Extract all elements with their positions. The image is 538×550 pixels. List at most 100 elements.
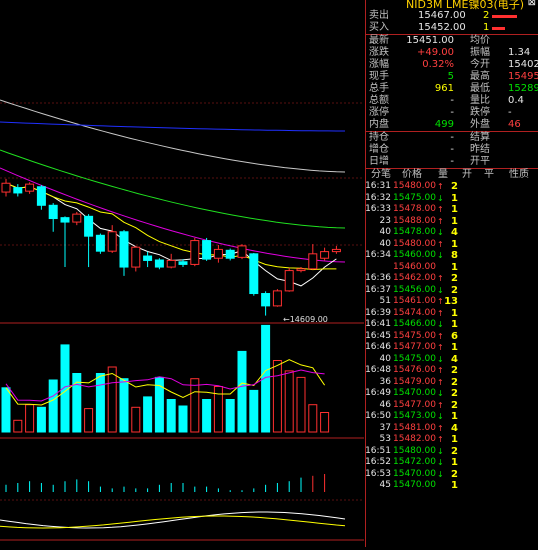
stat-value: - [450,132,454,143]
tick-volume: 1 [451,434,458,445]
stat-label: 振幅 [470,47,490,58]
tick-row[interactable]: 23 15488.00 ↑ 1 [366,216,538,228]
candle-body [202,240,212,260]
volume-bar [178,405,188,433]
candle-body [95,234,105,252]
tick-row[interactable]: 37 15481.00 ↑ 4 [366,423,538,435]
stat-label: 涨跌 [369,47,389,58]
tick-row[interactable]: 16:46 15477.00 ↑ 1 [365,342,538,354]
candle-body [320,251,330,259]
candle-body [13,187,23,194]
tick-price: 15470.00 [393,468,436,479]
tick-row[interactable]: 16:52 15472.00 ↓ 1 [365,457,538,469]
candle-body [213,248,223,259]
tick-price: 15476.00 [393,365,436,375]
stat-label: 跌停 [470,107,490,118]
tick-row[interactable]: 16:49 15470.00 ↓ 2 [365,388,538,400]
tick-table[interactable]: 16:31 15480.00 ↑ 2 16:32 15475.00 ↓ 1 16:33 15478… [365,181,538,492]
tick-volume: 2 [451,399,458,411]
volume-bar [25,404,35,433]
tick-volume: 2 [451,365,458,376]
stat-row: 增仓 - 昨结 [366,144,538,156]
tick-row[interactable]: 51 15461.00 ↑ 13 [366,296,538,308]
tick-time: 16:31 [365,181,391,191]
tick-volume: 4 [451,227,458,238]
kline-chart-panel[interactable]: ←14609.00 [0,0,364,547]
tick-row[interactable]: 46 15477.00 ↑ 2 [366,400,538,412]
tick-row[interactable]: 16:31 15480.00 ↑ 2 [365,181,538,193]
tick-row[interactable]: 16:37 15456.00 ↓ 2 [365,284,538,297]
tick-column-header[interactable]: 分笔 [371,169,391,181]
queue-volume: 1 [483,22,490,33]
tick-row[interactable]: 16:39 15474.00 ↑ 1 [365,308,538,320]
stat-label: 量比 [470,95,490,106]
tick-time: 16:32 [365,192,391,203]
tick-price: 15472.00 [393,457,436,467]
tick-price: 15480.00 [393,445,436,456]
tick-row[interactable]: 16:53 15470.00 ↓ 2 [365,468,538,481]
tick-row[interactable]: 16:33 15478.00 ↑ 1 [365,204,538,216]
stat-label: 昨结 [470,144,490,155]
tick-column-header[interactable]: 平 [484,169,494,181]
tick-row[interactable]: 16:41 15466.00 ↓ 1 [365,319,538,331]
arrow-up-icon: ↑ [437,366,444,375]
arrow-down-icon: ↓ [437,469,444,479]
tick-row[interactable]: 16:36 15462.00 ↑ 2 [365,273,538,285]
tick-volume: 4 [451,353,458,365]
tick-time: 16:52 [365,457,391,467]
tick-row[interactable]: 16:51 15480.00 ↓ 2 [365,445,538,458]
tick-time: 51 [379,296,391,306]
tick-row[interactable]: 40 15475.00 ↓ 4 [366,354,538,366]
tick-price: 15478.00 [393,227,436,237]
close-icon[interactable]: ⊠ [528,0,536,8]
tick-volume: 1 [451,319,458,330]
arrow-up-icon: ↑ [437,343,444,352]
stat-label: 结算 [470,132,490,143]
tick-time: 16:34 [365,250,391,260]
tick-volume: 13 [444,296,458,307]
arrow-down-icon: ↓ [437,320,444,329]
tick-row[interactable]: 16:48 15476.00 ↑ 2 [365,365,538,377]
tick-row[interactable]: 16:34 15460.00 ↓ 8 [365,250,538,262]
tick-row[interactable]: 16:32 15475.00 ↓ 1 [365,192,538,205]
tick-volume: 1 [451,215,458,227]
volume-bar [190,378,200,433]
kline-chart[interactable]: ←14609.00 [0,0,364,547]
quote-stats: 最新 15451.00 均价 涨跌 +49.00 振幅 1.34 涨幅 0.32% 今开 15402… [366,35,538,131]
tick-volume: 2 [451,181,458,192]
tick-column-header[interactable]: 量 [438,169,448,181]
tick-row[interactable]: 15460.00 1 [366,262,538,274]
candle-body [308,253,318,270]
candle-body [166,259,176,268]
tick-column-header[interactable]: 价格 [402,169,422,181]
tick-time: 16:37 [365,284,391,295]
volume-bar [320,412,330,433]
tick-volume: 2 [451,273,458,284]
candle-body [72,213,82,223]
tick-row[interactable]: 40 15480.00 ↑ 1 [366,239,538,251]
tick-time: 16:48 [365,365,391,375]
tick-price: 15460.00 [393,261,436,272]
candle-body [237,245,247,258]
tick-row[interactable]: 53 15482.00 ↑ 1 [366,434,538,446]
queue-volume-bar [492,15,517,18]
tick-time: 40 [379,227,391,237]
quote-header: NID3M LME镍03(电子) ⊠ [366,0,538,11]
stat-value: 15495.0 [508,71,538,82]
tick-column-header[interactable]: 开 [462,169,472,181]
arrow-up-icon: ↑ [437,205,444,214]
tick-time: 45 [379,480,391,490]
tick-price: 15482.00 [393,434,436,444]
stat-row: 涨跌 +49.00 振幅 1.34 [366,47,538,59]
stat-row: 内盘 499 外盘 46 [366,119,538,131]
tick-column-header[interactable]: 性质 [509,169,529,181]
tick-time: 40 [379,238,391,249]
tick-row[interactable]: 16:50 15473.00 ↓ 1 [365,411,538,423]
tick-row[interactable]: 40 15478.00 ↓ 4 [366,227,538,239]
tick-row[interactable]: 16:45 15475.00 ↑ 6 [365,331,538,343]
tick-time: 23 [379,215,391,226]
chart-background [0,0,364,547]
tick-row[interactable]: 36 15479.00 ↑ 2 [366,377,538,389]
arrow-down-icon: ↓ [437,228,444,237]
tick-row[interactable]: 45 15470.00 1 [366,480,538,492]
